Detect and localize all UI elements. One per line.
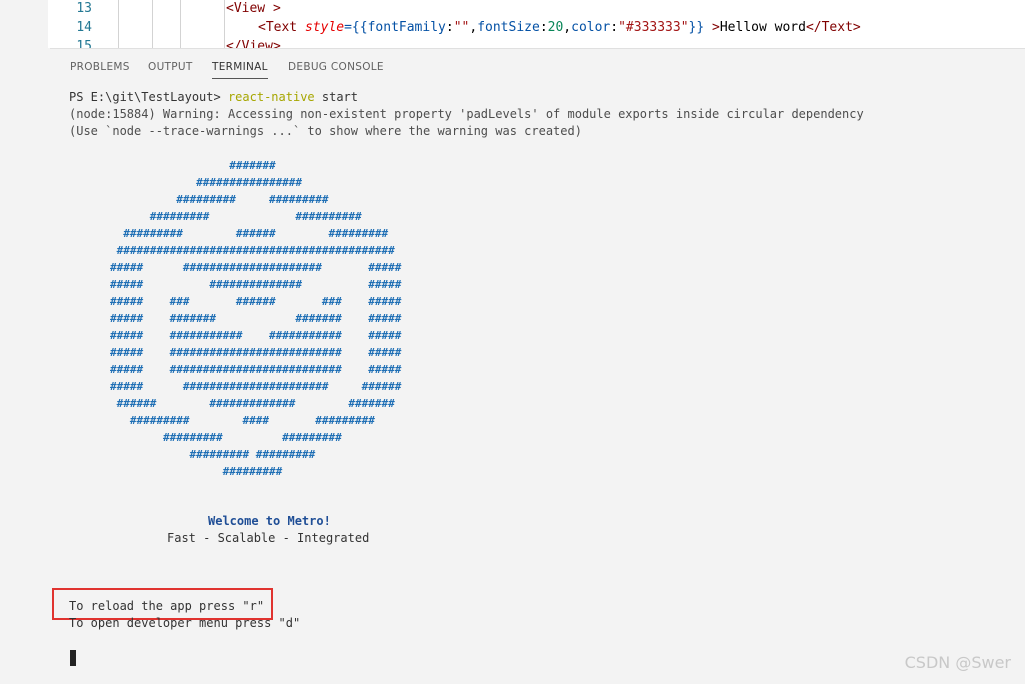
dev-menu-hint: To open developer menu press "d" (69, 616, 301, 630)
indent-guide (180, 0, 181, 18)
code-text: <Text style={{fontFamily:"",fontSize:20,… (258, 20, 861, 35)
indent-guide (118, 18, 119, 37)
indent-guide (224, 37, 225, 48)
metro-tagline: Fast - Scalable - Integrated (167, 531, 370, 545)
editor-line: 14 <Text style={{fontFamily:"",fontSize:2… (48, 18, 1025, 37)
terminal-panel: PROBLEMS OUTPUT TERMINAL DEBUG CONSOLE P… (50, 48, 1025, 684)
metro-welcome: Welcome to Metro! (208, 514, 331, 528)
indent-guide (152, 0, 153, 18)
metro-ascii-logo: ####### ################ ######### #####… (110, 159, 402, 478)
terminal-prompt: PS E:\git\TestLayout> (69, 90, 228, 104)
terminal-command: react-native (227, 90, 315, 104)
terminal-warning-hint: (Use `node --trace-warnings ...` to show… (69, 124, 582, 138)
tab-problems[interactable]: PROBLEMS (70, 61, 130, 73)
indent-guide (118, 0, 119, 18)
tab-debug-console[interactable]: DEBUG CONSOLE (288, 61, 384, 73)
indent-guide (152, 37, 153, 48)
terminal-output[interactable]: PS E:\git\TestLayout> react-native start… (69, 89, 1009, 140)
indent-guide (152, 18, 153, 37)
tab-terminal[interactable]: TERMINAL (212, 61, 268, 79)
code-editor[interactable]: 13 <View > 14 <Text style={{fontFamily:"",f… (0, 0, 1025, 48)
indent-guide (180, 18, 181, 37)
code-text: <View > (226, 1, 281, 16)
terminal-warning-line: (node:15884) Warning: Accessing non-exis… (69, 107, 864, 121)
indent-guide (224, 18, 225, 37)
terminal-command-args: start (314, 90, 359, 104)
line-number: 13 (76, 1, 92, 16)
reload-hint: To reload the app press "r" (69, 599, 265, 613)
line-number: 14 (76, 20, 92, 35)
editor-line: 13 <View > (48, 0, 1025, 18)
code-text: </View> (226, 39, 281, 48)
line-number: 15 (76, 39, 92, 48)
tab-output[interactable]: OUTPUT (148, 61, 193, 73)
indent-guide (224, 0, 225, 18)
indent-guide (180, 37, 181, 48)
editor-line: 15 </View> (48, 37, 1025, 48)
indent-guide (118, 37, 119, 48)
terminal-cursor (70, 650, 76, 666)
watermark: CSDN @Swer (904, 653, 1011, 672)
editor-gutter (0, 0, 48, 48)
